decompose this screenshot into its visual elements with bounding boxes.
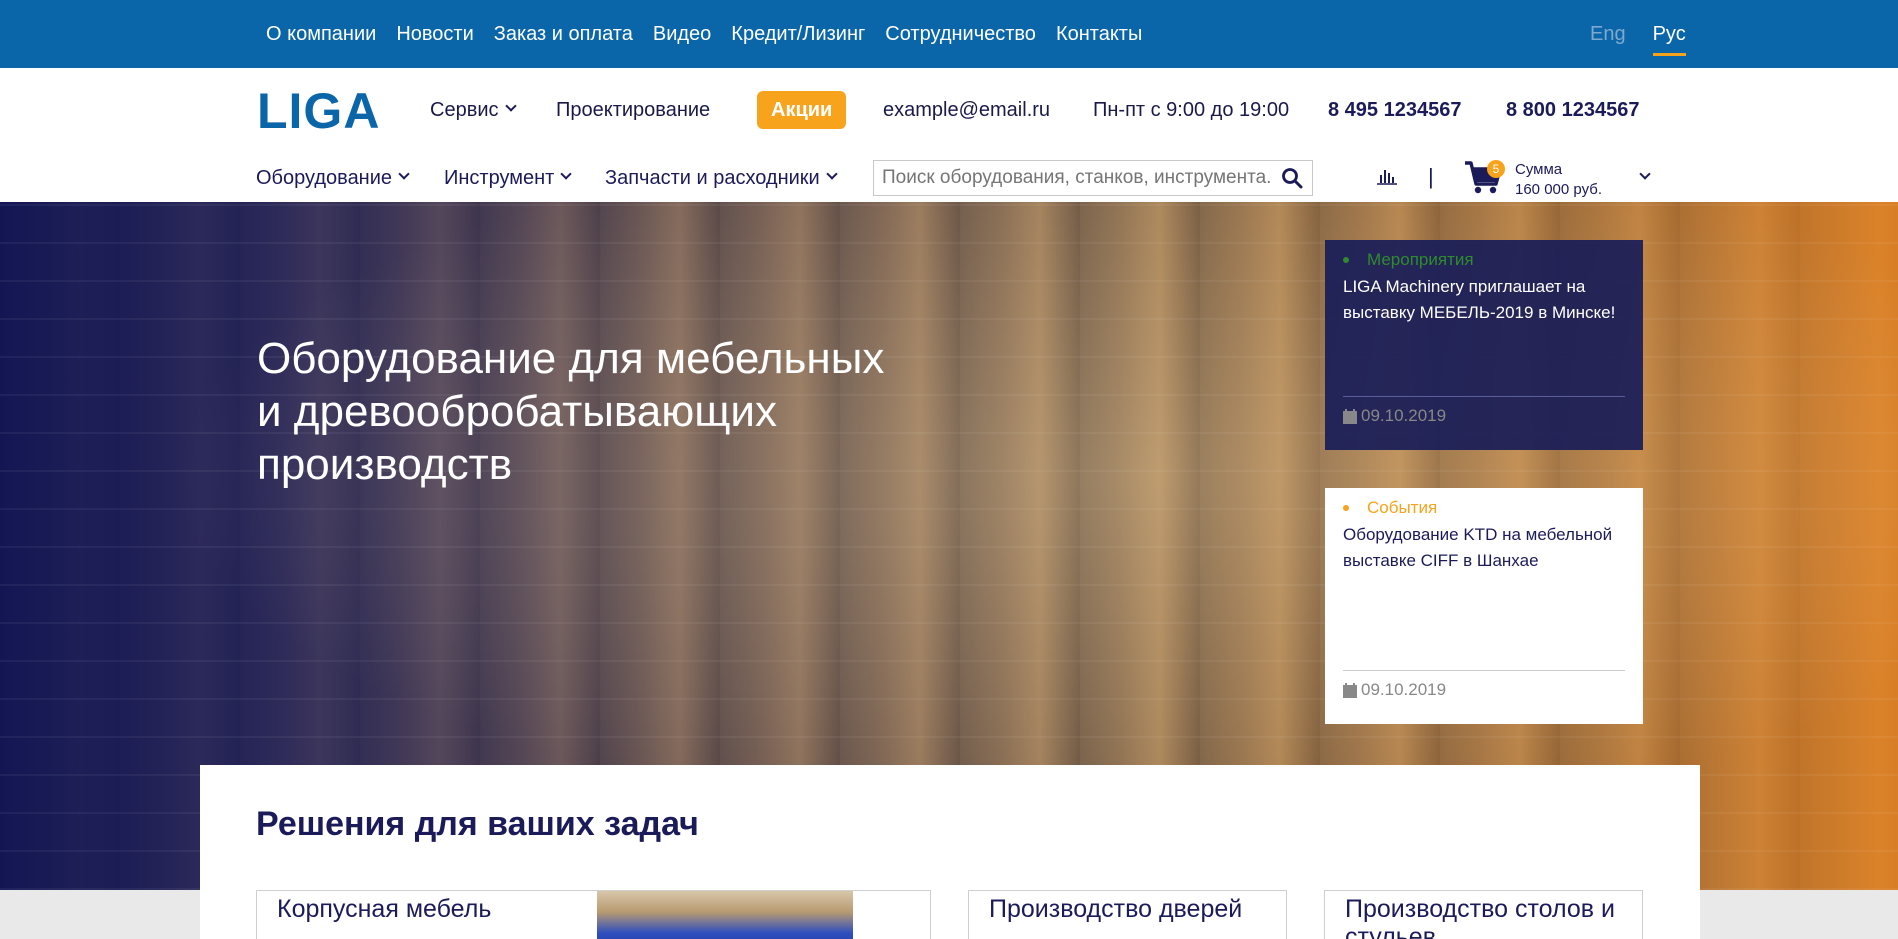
cart-count-badge: 5 <box>1487 160 1505 178</box>
promo-button[interactable]: Акции <box>757 91 847 129</box>
working-hours: Пн-пт с 9:00 до 19:00 <box>1093 98 1290 121</box>
calendar-icon <box>1343 682 1357 698</box>
topnav-contacts[interactable]: Контакты <box>1056 23 1142 46</box>
news-title[interactable]: Оборудование KTD на мебельной выставке C… <box>1343 522 1625 574</box>
news-category-label: Мероприятия <box>1367 250 1474 269</box>
service-menu[interactable]: Сервис <box>430 92 517 128</box>
email-link[interactable]: example@email.ru <box>883 92 1050 128</box>
news-date-value: 09.10.2019 <box>1361 680 1447 699</box>
compare-chart-icon[interactable] <box>1376 167 1398 190</box>
catnav-tools[interactable]: Инструмент <box>444 163 573 193</box>
solution-card-title: Производство дверей <box>989 895 1243 923</box>
solution-card-tables-chairs[interactable]: Производство столов и стульев <box>1324 890 1643 939</box>
solution-card-doors[interactable]: Производство дверей <box>968 890 1287 939</box>
chevron-down-icon <box>560 168 573 180</box>
catnav-parts[interactable]: Запчасти и расходники <box>605 163 838 193</box>
news-date: 09.10.2019 <box>1343 406 1446 426</box>
solution-card-image <box>597 891 853 939</box>
top-nav: О компании Новости Заказ и оплата Видео … <box>266 0 1162 68</box>
lang-rus[interactable]: Рус <box>1652 23 1686 56</box>
topnav-news[interactable]: Новости <box>396 23 473 46</box>
search-box <box>873 160 1313 196</box>
lang-eng[interactable]: Eng <box>1590 23 1626 46</box>
cart-sum-value: 160 000 руб. <box>1515 181 1602 198</box>
topnav-credit-leasing[interactable]: Кредит/Лизинг <box>731 23 865 46</box>
phone-1[interactable]: 8 495 1234567 <box>1328 92 1461 128</box>
hero-title-line: производств <box>257 440 513 489</box>
chevron-down-icon <box>504 100 517 112</box>
solution-card-title: Производство столов и стульев <box>1345 895 1615 939</box>
phone-2[interactable]: 8 800 1234567 <box>1506 92 1639 128</box>
catnav-equipment[interactable]: Оборудование <box>256 163 410 193</box>
catnav-equipment-label: Оборудование <box>256 166 393 189</box>
news-category-label: События <box>1367 498 1438 517</box>
news-date: 09.10.2019 <box>1343 680 1446 700</box>
news-divider <box>1343 396 1625 397</box>
topnav-video[interactable]: Видео <box>653 23 711 46</box>
news-category: События <box>1343 498 1625 518</box>
news-card[interactable]: Мероприятия LIGA Machinery приглашает на… <box>1325 240 1643 450</box>
news-title[interactable]: LIGA Machinery приглашает на выставку МЕ… <box>1343 274 1625 326</box>
service-label: Сервис <box>430 98 499 121</box>
hero-title-line: Оборудование для мебельных <box>257 334 885 383</box>
category-dot-icon <box>1343 257 1349 263</box>
calendar-icon <box>1343 408 1357 424</box>
solutions-title: Решения для ваших задач <box>256 805 699 843</box>
chevron-down-icon <box>826 168 838 180</box>
news-category: Мероприятия <box>1343 250 1625 270</box>
solution-card-cabinet-furniture[interactable]: Корпусная мебель <box>256 890 931 939</box>
news-divider <box>1343 670 1625 671</box>
topnav-about[interactable]: О компании <box>266 23 376 46</box>
solutions-section: Решения для ваших задач Корпусная мебель… <box>200 765 1700 939</box>
news-card[interactable]: События Оборудование KTD на мебельной вы… <box>1325 488 1643 724</box>
cart-sum-label: Сумма <box>1515 161 1563 178</box>
design-link[interactable]: Проектирование <box>556 92 710 128</box>
site-logo[interactable]: LIGA <box>257 82 380 140</box>
news-date-value: 09.10.2019 <box>1361 406 1447 425</box>
chevron-down-icon <box>398 168 410 180</box>
category-dot-icon <box>1343 505 1349 511</box>
cart-summary[interactable]: Сумма 160 000 руб. <box>1515 160 1602 200</box>
catnav-tools-label: Инструмент <box>444 166 555 189</box>
catnav-parts-label: Запчасти и расходники <box>605 166 820 189</box>
solution-card-title: Корпусная мебель <box>277 895 492 923</box>
hero-title-line: и древообробатывающих <box>257 387 777 436</box>
language-switcher: Eng Рус <box>1563 0 1686 68</box>
search-input[interactable] <box>874 167 1272 189</box>
top-bar: О компании Новости Заказ и оплата Видео … <box>0 0 1898 68</box>
topnav-cooperation[interactable]: Сотрудничество <box>885 23 1036 46</box>
header-divider: | <box>1428 164 1434 189</box>
topnav-order-payment[interactable]: Заказ и оплата <box>494 23 633 46</box>
hero-title: Оборудование для мебельных и древооброба… <box>257 332 957 491</box>
search-icon[interactable] <box>1272 161 1312 195</box>
